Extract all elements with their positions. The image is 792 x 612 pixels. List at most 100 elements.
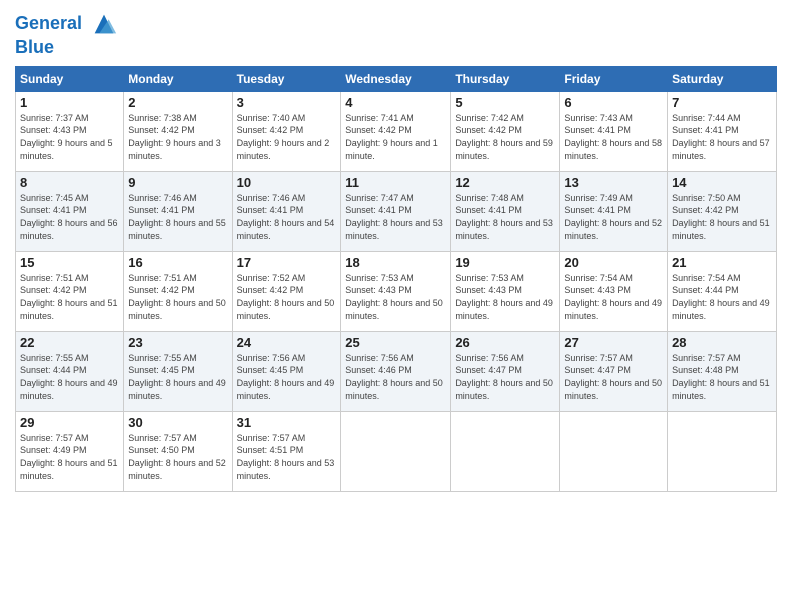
calendar-cell: 13 Sunrise: 7:49 AMSunset: 4:41 PMDaylig…: [560, 171, 668, 251]
calendar-cell: [341, 411, 451, 491]
day-info: Sunrise: 7:53 AMSunset: 4:43 PMDaylight:…: [345, 272, 446, 322]
calendar-cell: 19 Sunrise: 7:53 AMSunset: 4:43 PMDaylig…: [451, 251, 560, 331]
calendar-cell: 20 Sunrise: 7:54 AMSunset: 4:43 PMDaylig…: [560, 251, 668, 331]
day-info: Sunrise: 7:54 AMSunset: 4:44 PMDaylight:…: [672, 272, 772, 322]
day-number: 26: [455, 335, 555, 350]
day-number: 21: [672, 255, 772, 270]
day-number: 12: [455, 175, 555, 190]
day-number: 10: [237, 175, 337, 190]
day-info: Sunrise: 7:45 AMSunset: 4:41 PMDaylight:…: [20, 192, 119, 242]
calendar-cell: 23 Sunrise: 7:55 AMSunset: 4:45 PMDaylig…: [124, 331, 232, 411]
day-number: 1: [20, 95, 119, 110]
calendar-cell: 6 Sunrise: 7:43 AMSunset: 4:41 PMDayligh…: [560, 91, 668, 171]
logo-general: General: [15, 13, 82, 33]
day-info: Sunrise: 7:44 AMSunset: 4:41 PMDaylight:…: [672, 112, 772, 162]
calendar-cell: 11 Sunrise: 7:47 AMSunset: 4:41 PMDaylig…: [341, 171, 451, 251]
day-info: Sunrise: 7:46 AMSunset: 4:41 PMDaylight:…: [128, 192, 227, 242]
day-info: Sunrise: 7:52 AMSunset: 4:42 PMDaylight:…: [237, 272, 337, 322]
day-number: 23: [128, 335, 227, 350]
calendar-cell: [668, 411, 777, 491]
day-number: 9: [128, 175, 227, 190]
day-info: Sunrise: 7:41 AMSunset: 4:42 PMDaylight:…: [345, 112, 446, 162]
day-number: 27: [564, 335, 663, 350]
day-info: Sunrise: 7:55 AMSunset: 4:44 PMDaylight:…: [20, 352, 119, 402]
calendar-cell: 16 Sunrise: 7:51 AMSunset: 4:42 PMDaylig…: [124, 251, 232, 331]
day-number: 24: [237, 335, 337, 350]
calendar-cell: 21 Sunrise: 7:54 AMSunset: 4:44 PMDaylig…: [668, 251, 777, 331]
day-info: Sunrise: 7:53 AMSunset: 4:43 PMDaylight:…: [455, 272, 555, 322]
day-number: 25: [345, 335, 446, 350]
day-number: 29: [20, 415, 119, 430]
day-info: Sunrise: 7:56 AMSunset: 4:47 PMDaylight:…: [455, 352, 555, 402]
page-container: General Blue SundayMondayTuesdayWednesda…: [0, 0, 792, 612]
day-number: 22: [20, 335, 119, 350]
day-of-week-header: Monday: [124, 66, 232, 91]
day-of-week-header: Wednesday: [341, 66, 451, 91]
header: General Blue: [15, 10, 777, 58]
day-info: Sunrise: 7:56 AMSunset: 4:46 PMDaylight:…: [345, 352, 446, 402]
calendar-cell: 2 Sunrise: 7:38 AMSunset: 4:42 PMDayligh…: [124, 91, 232, 171]
calendar-cell: 3 Sunrise: 7:40 AMSunset: 4:42 PMDayligh…: [232, 91, 341, 171]
day-of-week-header: Sunday: [16, 66, 124, 91]
calendar-cell: 9 Sunrise: 7:46 AMSunset: 4:41 PMDayligh…: [124, 171, 232, 251]
day-info: Sunrise: 7:40 AMSunset: 4:42 PMDaylight:…: [237, 112, 337, 162]
day-info: Sunrise: 7:57 AMSunset: 4:48 PMDaylight:…: [672, 352, 772, 402]
day-number: 13: [564, 175, 663, 190]
calendar-cell: [451, 411, 560, 491]
day-info: Sunrise: 7:51 AMSunset: 4:42 PMDaylight:…: [20, 272, 119, 322]
calendar-cell: 26 Sunrise: 7:56 AMSunset: 4:47 PMDaylig…: [451, 331, 560, 411]
calendar-cell: 12 Sunrise: 7:48 AMSunset: 4:41 PMDaylig…: [451, 171, 560, 251]
day-info: Sunrise: 7:47 AMSunset: 4:41 PMDaylight:…: [345, 192, 446, 242]
day-number: 18: [345, 255, 446, 270]
day-info: Sunrise: 7:46 AMSunset: 4:41 PMDaylight:…: [237, 192, 337, 242]
calendar-cell: 4 Sunrise: 7:41 AMSunset: 4:42 PMDayligh…: [341, 91, 451, 171]
day-info: Sunrise: 7:56 AMSunset: 4:45 PMDaylight:…: [237, 352, 337, 402]
calendar-cell: 15 Sunrise: 7:51 AMSunset: 4:42 PMDaylig…: [16, 251, 124, 331]
calendar-cell: 24 Sunrise: 7:56 AMSunset: 4:45 PMDaylig…: [232, 331, 341, 411]
day-number: 6: [564, 95, 663, 110]
day-number: 3: [237, 95, 337, 110]
day-number: 15: [20, 255, 119, 270]
calendar-table: SundayMondayTuesdayWednesdayThursdayFrid…: [15, 66, 777, 492]
day-number: 30: [128, 415, 227, 430]
logo-icon: [90, 10, 118, 38]
calendar-cell: 18 Sunrise: 7:53 AMSunset: 4:43 PMDaylig…: [341, 251, 451, 331]
day-info: Sunrise: 7:57 AMSunset: 4:51 PMDaylight:…: [237, 432, 337, 482]
calendar-cell: 29 Sunrise: 7:57 AMSunset: 4:49 PMDaylig…: [16, 411, 124, 491]
calendar-cell: 17 Sunrise: 7:52 AMSunset: 4:42 PMDaylig…: [232, 251, 341, 331]
day-of-week-header: Thursday: [451, 66, 560, 91]
day-info: Sunrise: 7:43 AMSunset: 4:41 PMDaylight:…: [564, 112, 663, 162]
day-info: Sunrise: 7:37 AMSunset: 4:43 PMDaylight:…: [20, 112, 119, 162]
calendar-cell: 27 Sunrise: 7:57 AMSunset: 4:47 PMDaylig…: [560, 331, 668, 411]
day-info: Sunrise: 7:57 AMSunset: 4:47 PMDaylight:…: [564, 352, 663, 402]
day-number: 31: [237, 415, 337, 430]
day-number: 20: [564, 255, 663, 270]
calendar-week-row: 1 Sunrise: 7:37 AMSunset: 4:43 PMDayligh…: [16, 91, 777, 171]
logo-blue: Blue: [15, 38, 118, 58]
calendar-cell: 31 Sunrise: 7:57 AMSunset: 4:51 PMDaylig…: [232, 411, 341, 491]
day-info: Sunrise: 7:48 AMSunset: 4:41 PMDaylight:…: [455, 192, 555, 242]
calendar-week-row: 15 Sunrise: 7:51 AMSunset: 4:42 PMDaylig…: [16, 251, 777, 331]
day-of-week-header: Tuesday: [232, 66, 341, 91]
day-info: Sunrise: 7:54 AMSunset: 4:43 PMDaylight:…: [564, 272, 663, 322]
day-number: 5: [455, 95, 555, 110]
calendar-cell: 1 Sunrise: 7:37 AMSunset: 4:43 PMDayligh…: [16, 91, 124, 171]
calendar-cell: 22 Sunrise: 7:55 AMSunset: 4:44 PMDaylig…: [16, 331, 124, 411]
day-of-week-header: Friday: [560, 66, 668, 91]
calendar-cell: 25 Sunrise: 7:56 AMSunset: 4:46 PMDaylig…: [341, 331, 451, 411]
calendar-cell: 28 Sunrise: 7:57 AMSunset: 4:48 PMDaylig…: [668, 331, 777, 411]
calendar-cell: [560, 411, 668, 491]
day-number: 4: [345, 95, 446, 110]
calendar-week-row: 29 Sunrise: 7:57 AMSunset: 4:49 PMDaylig…: [16, 411, 777, 491]
day-info: Sunrise: 7:55 AMSunset: 4:45 PMDaylight:…: [128, 352, 227, 402]
day-info: Sunrise: 7:49 AMSunset: 4:41 PMDaylight:…: [564, 192, 663, 242]
calendar-cell: 7 Sunrise: 7:44 AMSunset: 4:41 PMDayligh…: [668, 91, 777, 171]
day-info: Sunrise: 7:50 AMSunset: 4:42 PMDaylight:…: [672, 192, 772, 242]
day-info: Sunrise: 7:51 AMSunset: 4:42 PMDaylight:…: [128, 272, 227, 322]
day-info: Sunrise: 7:38 AMSunset: 4:42 PMDaylight:…: [128, 112, 227, 162]
calendar-cell: 10 Sunrise: 7:46 AMSunset: 4:41 PMDaylig…: [232, 171, 341, 251]
day-info: Sunrise: 7:57 AMSunset: 4:49 PMDaylight:…: [20, 432, 119, 482]
day-number: 28: [672, 335, 772, 350]
calendar-header-row: SundayMondayTuesdayWednesdayThursdayFrid…: [16, 66, 777, 91]
calendar-week-row: 22 Sunrise: 7:55 AMSunset: 4:44 PMDaylig…: [16, 331, 777, 411]
